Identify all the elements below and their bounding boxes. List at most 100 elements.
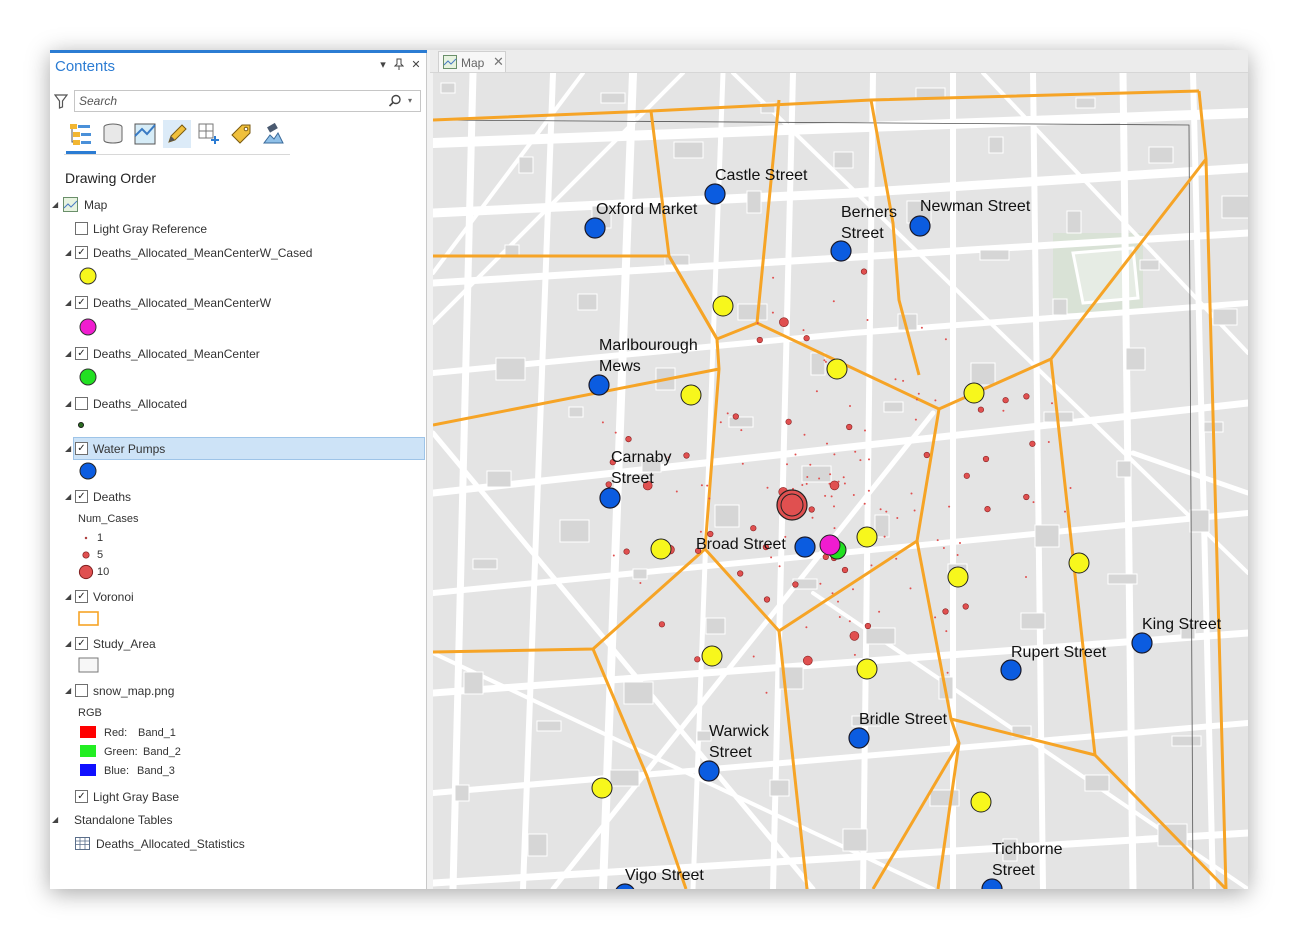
layer-light-gray-base[interactable]: ✓ Light Gray Base xyxy=(50,787,427,807)
list-by-editing-button[interactable] xyxy=(163,120,191,148)
gray-outline-polygon-symbol-icon[interactable] xyxy=(78,657,100,674)
death-point xyxy=(601,421,604,424)
collapse-arrow-icon[interactable]: ◢ xyxy=(65,592,71,601)
water-pump-point[interactable] xyxy=(909,215,931,237)
layer-water-pumps[interactable]: ◢ ✓ Water Pumps xyxy=(50,439,427,459)
death-point xyxy=(913,509,916,512)
collapse-arrow-icon[interactable]: ◢ xyxy=(65,444,71,453)
list-by-selection-button[interactable] xyxy=(131,120,159,148)
layer-voronoi[interactable]: ◢ ✓ Voronoi xyxy=(50,587,427,607)
collapse-arrow-icon[interactable]: ◢ xyxy=(65,492,71,501)
list-by-perspective-imagery-button[interactable] xyxy=(259,120,287,148)
magenta-circle-symbol-icon[interactable] xyxy=(79,318,97,336)
water-pump-point[interactable] xyxy=(1000,659,1022,681)
map-view[interactable]: Castle Street Oxford Market Berners Street N… xyxy=(433,73,1248,889)
collapse-arrow-icon[interactable]: ◢ xyxy=(65,686,71,695)
water-pump-point[interactable] xyxy=(704,183,726,205)
death-point xyxy=(879,508,882,511)
layer-visibility-checkbox[interactable]: ✓ xyxy=(75,590,88,603)
layer-visibility-checkbox[interactable]: ✓ xyxy=(75,790,88,803)
tab-map[interactable]: Map ✕ xyxy=(438,51,506,72)
pane-close-button[interactable]: ✕ xyxy=(409,58,423,71)
layer-visibility-checkbox[interactable] xyxy=(75,397,88,410)
layer-deaths-allocated-meancenterw-cased[interactable]: ◢ ✓ Deaths_Allocated_MeanCenterW_Cased xyxy=(50,243,427,263)
collapse-arrow-icon[interactable]: ◢ xyxy=(65,399,71,408)
water-pump-point[interactable] xyxy=(848,727,870,749)
blue-band-swatch[interactable] xyxy=(80,764,96,776)
list-by-data-source-button[interactable] xyxy=(99,120,127,148)
search-options-chevron-icon[interactable]: ▾ xyxy=(408,96,412,105)
collapse-arrow-icon[interactable]: ◢ xyxy=(52,815,58,824)
layer-snow-map-png[interactable]: ◢ snow_map.png xyxy=(50,681,427,701)
list-by-drawing-order-button[interactable] xyxy=(67,120,95,148)
search-icon[interactable] xyxy=(388,94,402,108)
table-deaths-allocated-statistics[interactable]: Deaths_Allocated_Statistics xyxy=(50,834,427,854)
green-circle-symbol-icon[interactable] xyxy=(79,368,97,386)
layer-deaths-allocated[interactable]: ◢ Deaths_Allocated xyxy=(50,394,427,414)
search-box[interactable]: ▾ xyxy=(74,90,421,112)
deaths-class-label: 5 xyxy=(97,549,104,561)
standalone-tables-node[interactable]: ◢ Standalone Tables xyxy=(50,810,427,830)
layer-visibility-checkbox[interactable]: ✓ xyxy=(75,246,88,259)
layer-visibility-checkbox[interactable] xyxy=(75,684,88,697)
death-point xyxy=(625,436,632,443)
mean-center-weighted-cased-point xyxy=(963,382,985,404)
list-by-labeling-button[interactable] xyxy=(227,120,255,148)
water-pump-point[interactable] xyxy=(588,374,610,396)
pane-pin-button[interactable] xyxy=(392,58,406,73)
search-input[interactable] xyxy=(79,93,379,109)
map-tree-node[interactable]: ◢ Map xyxy=(50,195,427,215)
water-pump-point[interactable] xyxy=(794,536,816,558)
collapse-arrow-icon[interactable]: ◢ xyxy=(65,349,71,358)
layer-deaths-allocated-meancenter[interactable]: ◢ ✓ Deaths_Allocated_MeanCenter xyxy=(50,344,427,364)
layer-deaths[interactable]: ◢ ✓ Deaths xyxy=(50,487,427,507)
drawing-order-heading: Drawing Order xyxy=(65,170,157,186)
green-band-swatch[interactable] xyxy=(80,745,96,757)
deaths-size-1-symbol-icon[interactable] xyxy=(83,535,89,541)
layer-visibility-checkbox[interactable]: ✓ xyxy=(75,296,88,309)
death-point xyxy=(741,462,744,465)
death-point xyxy=(737,570,744,577)
collapse-arrow-icon[interactable]: ◢ xyxy=(65,248,71,257)
orange-outline-polygon-symbol-icon[interactable] xyxy=(78,611,100,627)
collapse-arrow-icon[interactable]: ◢ xyxy=(52,200,58,209)
pump-label-line: Tichborne xyxy=(992,841,1063,858)
layer-light-gray-reference[interactable]: Light Gray Reference xyxy=(50,219,427,239)
map-tab-close-icon[interactable]: ✕ xyxy=(493,54,504,70)
layer-visibility-checkbox[interactable] xyxy=(75,222,88,235)
water-pump-point[interactable] xyxy=(698,760,720,782)
death-point xyxy=(852,588,854,591)
death-point xyxy=(772,276,775,279)
layer-visibility-checkbox[interactable]: ✓ xyxy=(75,490,88,503)
layer-visibility-checkbox[interactable]: ✓ xyxy=(75,442,88,455)
pane-options-dropdown-button[interactable]: ▾ xyxy=(376,58,390,71)
blue-circle-symbol-icon[interactable] xyxy=(79,462,97,480)
layer-visibility-checkbox[interactable]: ✓ xyxy=(75,347,88,360)
map-canvas[interactable]: Castle Street Oxford Market Berners Street N… xyxy=(433,73,1248,889)
building xyxy=(801,465,832,483)
red-band-swatch[interactable] xyxy=(80,726,96,738)
rgb-band-label: Band_3 xyxy=(137,765,175,777)
yellow-circle-symbol-icon[interactable] xyxy=(79,267,97,285)
water-pump-point[interactable] xyxy=(1131,632,1153,654)
list-by-snapping-button[interactable] xyxy=(195,120,223,148)
death-point xyxy=(819,582,822,585)
layer-study-area[interactable]: ◢ ✓ Study_Area xyxy=(50,634,427,654)
deaths-size-5-symbol-icon[interactable] xyxy=(81,550,91,560)
small-dark-green-dot-symbol-icon[interactable] xyxy=(77,421,85,429)
death-point xyxy=(752,655,755,658)
death-point xyxy=(683,452,690,459)
collapse-arrow-icon[interactable]: ◢ xyxy=(65,639,71,648)
death-point xyxy=(868,458,870,461)
collapse-arrow-icon[interactable]: ◢ xyxy=(65,298,71,307)
layer-visibility-checkbox[interactable]: ✓ xyxy=(75,637,88,650)
layer-deaths-allocated-meancenterw[interactable]: ◢ ✓ Deaths_Allocated_MeanCenterW xyxy=(50,293,427,313)
building xyxy=(1052,298,1068,316)
water-pump-point[interactable] xyxy=(599,487,621,509)
death-point xyxy=(902,379,905,382)
deaths-size-10-symbol-icon[interactable] xyxy=(78,564,94,580)
water-pump-point[interactable] xyxy=(830,240,852,262)
water-pump-point[interactable] xyxy=(584,217,606,239)
filter-icon[interactable] xyxy=(54,94,68,109)
building xyxy=(810,352,826,376)
